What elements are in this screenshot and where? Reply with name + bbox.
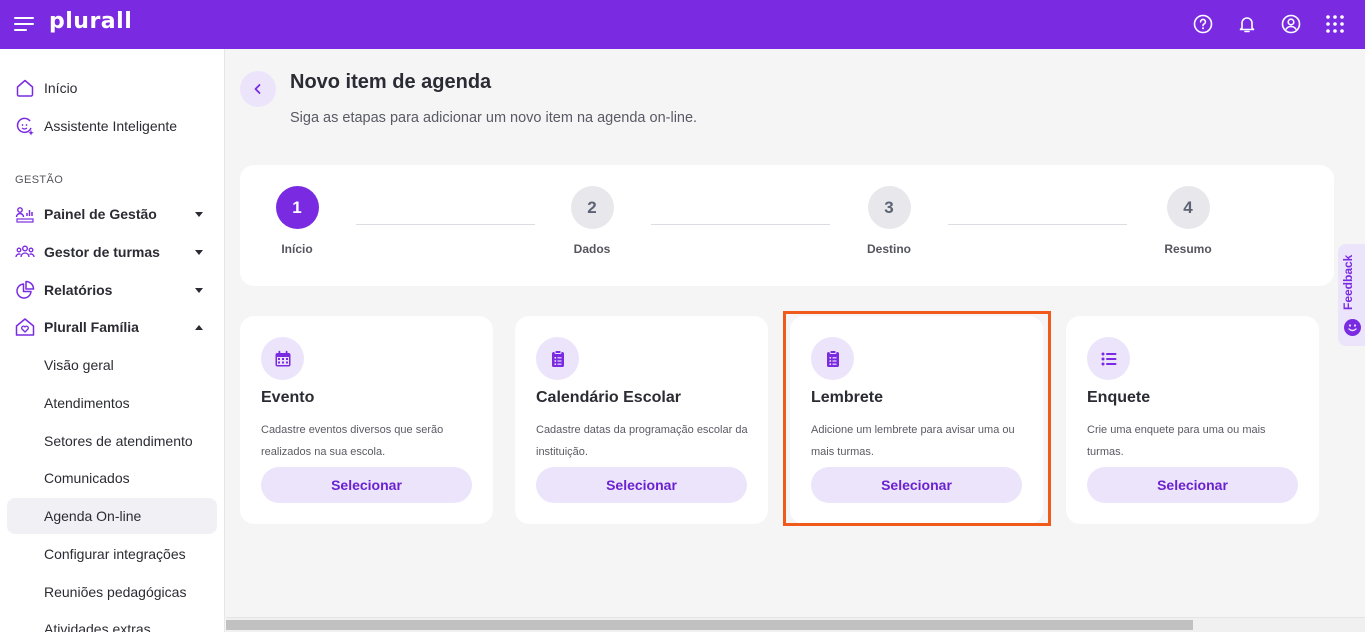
sidebar-item-label: Visão geral	[44, 357, 114, 373]
clipboard-icon	[536, 337, 579, 380]
sidebar-item-label: Gestor de turmas	[44, 244, 160, 260]
list-icon	[1087, 337, 1130, 380]
calendar-icon	[261, 337, 304, 380]
step-connector	[356, 224, 535, 225]
stepper: 1 Início 2 Dados 3 Destino 4 Resumo	[240, 165, 1334, 286]
sidebar-item-label: Reuniões pedagógicas	[44, 584, 187, 600]
select-evento-button[interactable]: Selecionar	[261, 467, 472, 503]
card-description: Crie uma enquete para uma ou mais turmas…	[1087, 424, 1266, 458]
step-destino: 3 Destino	[849, 186, 929, 256]
family-heart-icon	[15, 317, 35, 337]
step-number: 2	[570, 186, 614, 229]
step-label: Início	[281, 242, 313, 256]
step-label: Dados	[573, 242, 611, 256]
sidebar-item-painel-gestao[interactable]: Painel de Gestão	[7, 196, 217, 232]
sidebar-item-label: Setores de atendimento	[44, 433, 193, 449]
people-icon	[15, 242, 35, 262]
chevron-down-icon	[195, 287, 203, 293]
step-number: 1	[275, 186, 319, 229]
scrollbar-thumb[interactable]	[226, 620, 1193, 630]
select-enquete-button[interactable]: Selecionar	[1087, 467, 1298, 503]
home-icon	[15, 78, 35, 98]
select-calendario-button[interactable]: Selecionar	[536, 467, 747, 503]
sidebar-item-plurall-familia[interactable]: Plurall Família	[7, 309, 217, 345]
sidebar-item-label: Relatórios	[44, 282, 113, 298]
feedback-tab[interactable]: Feedback	[1338, 244, 1365, 346]
chevron-down-icon	[195, 249, 203, 255]
step-inicio: 1 Início	[257, 186, 337, 256]
card-title: Calendário Escolar	[536, 389, 681, 406]
step-number: 4	[1166, 186, 1210, 229]
step-label: Destino	[866, 242, 911, 256]
sidebar-item-inicio[interactable]: Início	[7, 70, 217, 106]
sidebar-item-atendimentos[interactable]: Atendimentos	[7, 385, 217, 421]
horizontal-scrollbar[interactable]	[226, 617, 1365, 632]
card-calendario-escolar: Calendário Escolar Cadastre datas da pro…	[515, 316, 768, 524]
step-number: 3	[867, 186, 911, 229]
card-title: Evento	[261, 389, 315, 406]
top-app-bar: plurall	[0, 0, 1365, 49]
chevron-left-icon	[254, 84, 261, 94]
sidebar-item-label: Plurall Família	[44, 319, 139, 335]
sidebar-item-assistente[interactable]: Assistente Inteligente	[7, 108, 217, 144]
sidebar-item-label: Configurar integrações	[44, 546, 186, 562]
step-label: Resumo	[1164, 242, 1212, 256]
sidebar-item-reunioes-pedagogicas[interactable]: Reuniões pedagógicas	[7, 574, 217, 610]
assistant-icon	[15, 116, 35, 136]
sidebar-item-configurar-integracoes[interactable]: Configurar integrações	[7, 536, 217, 572]
smiley-icon	[1344, 319, 1361, 336]
page-title: Novo item de agenda	[290, 71, 492, 93]
sidebar-item-label: Agenda On-line	[44, 508, 142, 524]
step-connector	[948, 224, 1127, 225]
sidebar-item-gestor-turmas[interactable]: Gestor de turmas	[7, 234, 217, 270]
sidebar-item-label: Atendimentos	[44, 395, 130, 411]
card-description: Cadastre eventos diversos que serão real…	[261, 424, 444, 458]
main-content: Novo item de agenda Siga as etapas para …	[226, 49, 1365, 617]
card-evento: Evento Cadastre eventos diversos que ser…	[240, 316, 493, 524]
apps-grid-icon[interactable]	[1323, 12, 1347, 36]
sidebar-item-label: Comunicados	[44, 470, 130, 486]
sidebar-item-label: Painel de Gestão	[44, 206, 157, 222]
sidebar-item-label: Início	[44, 80, 78, 96]
plurall-logo[interactable]: plurall	[49, 9, 132, 34]
top-icons	[1171, 12, 1347, 36]
help-icon[interactable]	[1191, 12, 1215, 36]
bell-icon[interactable]	[1235, 12, 1259, 36]
sidebar-item-atividades-extras[interactable]: Atividades extras	[7, 611, 217, 632]
sidebar-item-setores-atendimento[interactable]: Setores de atendimento	[7, 423, 217, 459]
sidebar-item-visao-geral[interactable]: Visão geral	[7, 347, 217, 383]
pie-chart-icon	[15, 280, 35, 300]
sidebar-item-relatorios[interactable]: Relatórios	[7, 272, 217, 308]
menu-icon[interactable]	[14, 16, 34, 32]
user-icon[interactable]	[1279, 12, 1303, 36]
chevron-up-icon	[195, 324, 203, 330]
feedback-label: Feedback	[1341, 254, 1355, 310]
sidebar-item-label: Assistente Inteligente	[44, 118, 178, 134]
highlight-box	[783, 311, 1051, 526]
sidebar-section-title: GESTÃO	[15, 174, 64, 186]
back-button[interactable]	[240, 71, 276, 107]
card-title: Enquete	[1087, 389, 1151, 406]
card-enquete: Enquete Crie uma enquete para uma ou mai…	[1066, 316, 1319, 524]
step-dados: 2 Dados	[552, 186, 632, 256]
card-description: Cadastre datas da programação escolar da…	[536, 424, 748, 458]
sidebar-item-label: Atividades extras	[44, 621, 151, 632]
step-resumo: 4 Resumo	[1148, 186, 1228, 256]
dashboard-icon	[15, 204, 35, 224]
chevron-down-icon	[195, 211, 203, 217]
step-connector	[651, 224, 830, 225]
page-subtitle: Siga as etapas para adicionar um novo it…	[290, 110, 698, 126]
sidebar-item-agenda-online[interactable]: Agenda On-line	[7, 498, 217, 534]
sidebar: Início Assistente Inteligente GESTÃO Pai…	[0, 49, 225, 632]
sidebar-item-comunicados[interactable]: Comunicados	[7, 460, 217, 496]
